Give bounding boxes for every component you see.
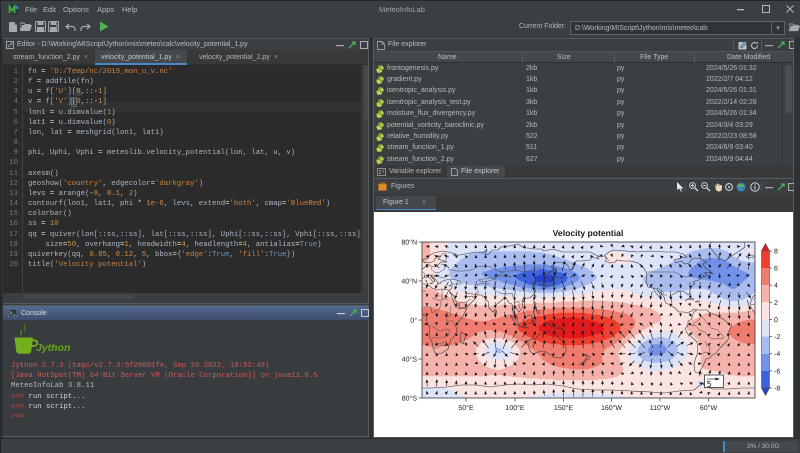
svg-text:-6: -6 [774, 368, 780, 375]
svg-text:80°N: 80°N [401, 239, 417, 246]
svg-text:6: 6 [774, 266, 778, 273]
svg-text:-4: -4 [774, 351, 780, 358]
svg-text:Jython: Jython [36, 342, 70, 354]
svg-text:80°S: 80°S [402, 395, 418, 402]
svg-text:110°W: 110°W [650, 405, 671, 412]
svg-text:160°W: 160°W [601, 405, 622, 412]
svg-text:8: 8 [774, 248, 778, 255]
svg-text:50°E: 50°E [458, 405, 474, 412]
svg-text:Velocity potential: Velocity potential [553, 228, 624, 238]
svg-text:-2: -2 [774, 334, 780, 341]
svg-text:0: 0 [774, 317, 778, 324]
svg-text:-8: -8 [774, 385, 780, 392]
svg-text:100°E: 100°E [505, 405, 524, 412]
svg-text:40°N: 40°N [401, 278, 417, 285]
svg-text:60°W: 60°W [700, 405, 718, 412]
svg-text:4: 4 [774, 283, 778, 290]
svg-text:150°E: 150°E [554, 405, 573, 412]
svg-text:40°S: 40°S [402, 356, 418, 363]
svg-text:0°: 0° [410, 317, 417, 324]
svg-text:2: 2 [774, 300, 778, 307]
